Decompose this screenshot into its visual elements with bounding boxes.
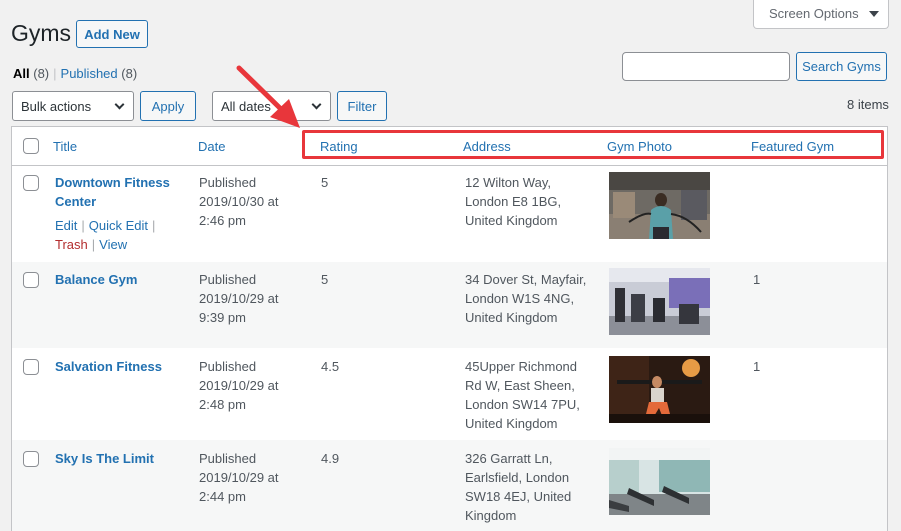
screen-options-button[interactable]: Screen Options [753,0,889,29]
filter-all-link[interactable]: All (8) [13,66,49,81]
apply-button[interactable]: Apply [140,91,196,121]
row-title-link[interactable]: Balance Gym [55,270,137,289]
gym-photo [609,448,710,515]
row-title-link[interactable]: Sky Is The Limit [55,449,154,468]
row-checkbox[interactable] [23,272,39,288]
view-link[interactable]: View [99,237,127,252]
gym-photo [609,172,710,239]
row-title-link[interactable]: Salvation Fitness [55,357,162,376]
chevron-down-icon [114,99,125,110]
row-date: Published 2019/10/29 at 2:48 pm [199,359,279,412]
row-rating: 5 [321,272,329,287]
search-input[interactable] [622,52,790,81]
column-date[interactable]: Date [198,139,225,154]
column-highlight-box [302,130,884,159]
row-address: 12 Wilton Way, London E8 1BG, United Kingd… [465,175,562,228]
bulk-actions-select[interactable]: Bulk actions [12,91,134,121]
filter-button[interactable]: Filter [337,91,387,121]
caret-down-icon [868,10,879,17]
row-address: 34 Dover St, Mayfair, London W1S 4NG, Unit… [465,272,587,325]
page-title: Gyms [11,20,72,46]
trash-link[interactable]: Trash [55,237,88,252]
row-address: 45Upper Richmond Rd W, East Sheen, London … [465,359,580,431]
row-date: Published 2019/10/30 at 2:46 pm [199,175,279,228]
dates-select[interactable]: All dates [212,91,331,121]
screen-options-label: Screen Options [769,6,859,21]
row-featured: 1 [753,359,761,374]
row-date: Published 2019/10/29 at 9:39 pm [199,272,279,325]
filter-published-link[interactable]: Published (8) [61,66,138,81]
select-all-checkbox[interactable] [23,138,39,154]
row-checkbox[interactable] [23,175,39,191]
items-count: 8 items [847,97,889,112]
add-new-button[interactable]: Add New [76,20,148,48]
row-checkbox[interactable] [23,451,39,467]
row-date: Published 2019/10/29 at 2:44 pm [199,451,279,504]
column-title[interactable]: Title [53,139,77,154]
row-rating: 4.5 [321,359,340,374]
row-featured: 1 [753,272,761,287]
row-title-link[interactable]: Downtown Fitness Center [55,173,170,211]
status-filter-links: All (8) | Published (8) [13,66,138,81]
gym-photo [609,268,710,335]
search-gyms-button[interactable]: Search Gyms [796,52,887,81]
row-rating: 4.9 [321,451,340,466]
chevron-down-icon [311,99,322,110]
quick-edit-link[interactable]: Quick Edit [89,218,148,233]
bulk-actions-value: Bulk actions [21,98,92,114]
row-actions: Edit | Quick Edit | Trash | View [55,218,156,252]
row-address: 326 Garratt Ln, Earlsfield, London SW18 4E… [465,451,572,523]
row-rating: 5 [321,175,329,190]
gym-photo [609,356,710,423]
dates-value: All dates [221,98,271,114]
edit-link[interactable]: Edit [55,218,77,233]
row-checkbox[interactable] [23,359,39,375]
